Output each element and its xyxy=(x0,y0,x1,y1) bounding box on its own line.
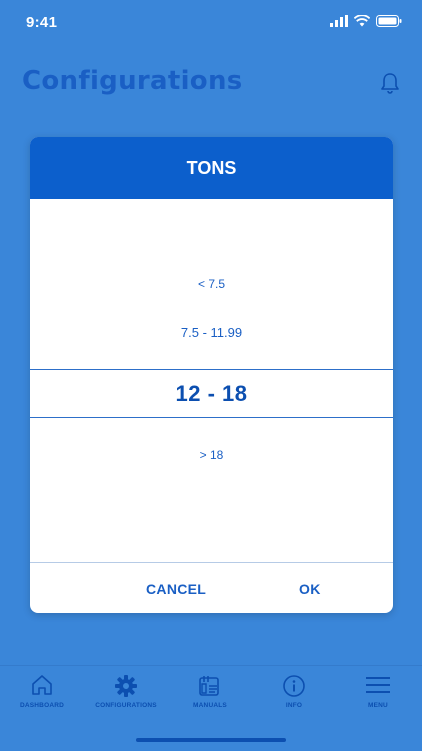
cancel-button[interactable]: CANCEL xyxy=(146,581,206,597)
hamburger-menu-icon xyxy=(365,674,391,701)
picker-option-selected[interactable]: 12 - 18 xyxy=(30,381,393,407)
picker-option[interactable]: < 7.5 xyxy=(30,277,393,291)
status-icons xyxy=(330,14,402,31)
status-time: 9:41 xyxy=(26,14,58,31)
tab-manuals[interactable]: MANUALS xyxy=(168,666,252,726)
home-indicator[interactable] xyxy=(136,738,286,742)
tab-label: MANUALS xyxy=(193,702,227,709)
status-bar: 9:41 xyxy=(0,0,422,44)
cellular-signal-icon xyxy=(330,14,348,31)
picker-option[interactable]: 7.5 - 11.99 xyxy=(30,325,393,340)
tab-label: MENU xyxy=(368,702,388,709)
page-title: Configurations xyxy=(22,66,243,96)
battery-icon xyxy=(376,14,402,31)
dialog-title: TONS xyxy=(30,137,393,199)
selection-bottom-line xyxy=(30,417,393,418)
tab-label: INFO xyxy=(285,702,303,709)
wifi-icon xyxy=(353,14,371,31)
picker-option[interactable]: > 18 xyxy=(30,448,393,462)
info-icon xyxy=(282,674,306,703)
manuals-icon xyxy=(197,674,223,703)
tab-menu[interactable]: MENU xyxy=(336,666,420,726)
tab-info[interactable]: INFO xyxy=(252,666,336,726)
gear-icon xyxy=(114,674,138,703)
tab-dashboard[interactable]: DASHBOARD xyxy=(0,666,84,726)
tons-picker-dialog: TONS < 7.5 7.5 - 11.99 12 - 18 > 18 CANC… xyxy=(30,137,393,613)
dialog-footer-divider xyxy=(30,562,393,563)
home-icon xyxy=(30,674,54,701)
tab-configurations[interactable]: CONFIGURATIONS xyxy=(84,666,168,726)
selection-top-line xyxy=(30,369,393,370)
bell-icon[interactable] xyxy=(380,72,400,99)
ok-button[interactable]: OK xyxy=(299,581,321,597)
tab-label: CONFIGURATIONS xyxy=(95,702,157,709)
tab-label: DASHBOARD xyxy=(19,702,65,709)
